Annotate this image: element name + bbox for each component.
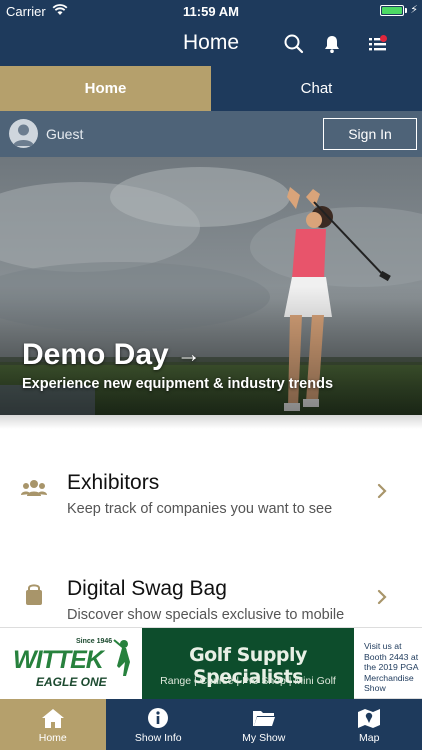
menu-item-exhibitors[interactable]: Exhibitors Keep track of companies you w… (0, 471, 422, 541)
info-icon (146, 707, 170, 729)
hero-title-text: Demo Day (22, 338, 169, 371)
bottom-tab-bar: Home Show Info My Show Map (0, 699, 422, 750)
ad-booth-text: Visit us at Booth 2443 at the 2019 PGA M… (364, 641, 419, 693)
ad-banner[interactable]: Since 1946 WITTEK EAGLE ONE Golf Supply … (0, 627, 422, 700)
search-icon[interactable] (282, 32, 306, 56)
ad-services: Range | Course | Pro Shop | Mini Golf (160, 675, 336, 687)
tab-bottom-map[interactable]: Map (317, 699, 422, 750)
ad-headline-panel: Golf Supply Specialists Range | Course |… (142, 628, 354, 700)
battery-icon (380, 5, 404, 16)
bell-icon[interactable] (320, 32, 344, 56)
chevron-right-icon (376, 483, 388, 504)
tab-label: My Show (242, 732, 286, 744)
golfer-logo-icon (113, 639, 130, 676)
sign-in-button[interactable]: Sign In (323, 118, 417, 150)
folder-icon (252, 707, 276, 729)
tab-bottom-show-info[interactable]: Show Info (106, 699, 212, 750)
menu-item-title: Digital Swag Bag (67, 577, 227, 600)
sponsor-logo: Since 1946 WITTEK EAGLE ONE (0, 628, 142, 700)
guest-label: Guest (46, 126, 84, 142)
tab-bottom-my-show[interactable]: My Show (211, 699, 317, 750)
map-icon (357, 707, 381, 729)
tab-label: Map (359, 732, 380, 744)
menu-item-subtitle: Keep track of companies you want to see (67, 501, 333, 517)
notification-badge (380, 35, 387, 42)
status-bar: Carrier 11:59 AM ⚡ (0, 0, 422, 22)
top-tabs: Home Chat (0, 66, 422, 111)
avatar (9, 119, 38, 148)
chevron-right-icon (376, 589, 388, 610)
brand-subname: EAGLE ONE (36, 675, 107, 689)
tab-chat[interactable]: Chat (211, 66, 422, 111)
since-label: Since 1946 (76, 638, 113, 645)
brand-name: WITTEK (13, 646, 104, 674)
guest-bar: Guest Sign In (0, 111, 422, 157)
home-icon (41, 707, 65, 729)
tab-home[interactable]: Home (0, 66, 211, 111)
hero-banner[interactable]: Demo Day → Experience new equipment & in… (0, 157, 422, 415)
hero-subtitle: Experience new equipment & industry tren… (22, 376, 334, 392)
charging-bolt-icon: ⚡ (410, 4, 418, 16)
menu-item-title: Exhibitors (67, 471, 160, 494)
nav-bar: Home (0, 22, 422, 66)
people-icon (20, 477, 48, 501)
menu-item-subtitle: Discover show specials exclusive to mobi… (67, 607, 345, 623)
hero-shadow (0, 415, 422, 429)
battery-tip (405, 8, 407, 13)
tab-label: Show Info (134, 732, 182, 744)
tab-label: Home (38, 732, 67, 744)
page-title: Home (182, 31, 240, 54)
hero-title[interactable]: Demo Day → (22, 338, 201, 372)
shopping-bag-icon (20, 583, 48, 607)
clock: 11:59 AM (183, 4, 239, 19)
arrow-right-icon: → (176, 341, 201, 368)
tab-bottom-home[interactable]: Home (0, 699, 106, 750)
